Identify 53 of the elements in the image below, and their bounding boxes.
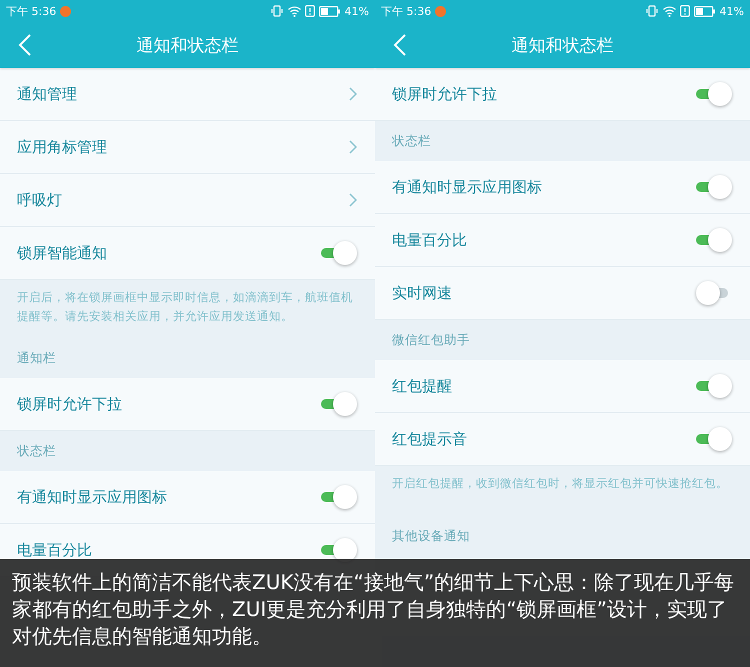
- section-header: 其他设备通知: [392, 528, 470, 544]
- settings-row[interactable]: 通知管理: [0, 68, 375, 121]
- wifi-icon: [288, 6, 301, 16]
- toggle-switch[interactable]: [696, 82, 732, 106]
- vibrate-icon: [644, 5, 659, 17]
- toggle-switch[interactable]: [696, 427, 732, 451]
- hint-text: 开启红包提醒，收到微信红包时，将显示红包并可快速抢红包。: [391, 475, 729, 492]
- battery-percent: 41%: [344, 4, 369, 18]
- section-header: 状态栏: [392, 132, 431, 150]
- screen-title: 通知和状态栏: [136, 34, 238, 56]
- back-icon[interactable]: [18, 34, 32, 56]
- toggle-switch[interactable]: [321, 485, 357, 509]
- settings-row[interactable]: 呼吸灯: [0, 174, 375, 227]
- caption-overlay: 预装软件上的简洁不能代表ZUK没有在“接地气”的细节上下心思：除了现在几乎每家都有的红包助手之外，ZUI更是充分利用了自身独特的“锁屏画框”设计，实现了对优先信息的智能通知功能。: [0, 559, 750, 667]
- row-label: 电量百分比: [17, 540, 92, 560]
- status-time: 下午 5:36: [6, 4, 56, 18]
- section-header: 通知栏: [17, 350, 56, 366]
- row-label: 锁屏时允许下拉: [392, 84, 497, 104]
- status-time: 下午 5:36: [381, 4, 432, 18]
- row-label: 有通知时显示应用图标: [392, 178, 542, 196]
- battery-percent: 41%: [720, 4, 744, 18]
- hint-text: 开启后，将在锁屏画框中显示即时信息，如滴滴到车，航班值机提醒等。请先安装相关应用，并允许应用发送通知。: [16, 289, 354, 325]
- wifi-icon: [662, 6, 676, 16]
- screen-title: 通知和状态栏: [512, 34, 614, 56]
- row-label: 红包提醒: [392, 376, 452, 396]
- toggle-switch[interactable]: [696, 374, 732, 398]
- chevron-icon: [349, 87, 357, 101]
- row-label: 呼吸灯: [17, 190, 62, 210]
- notification-icon: [435, 6, 446, 16]
- row-label: 锁屏智能通知: [17, 244, 107, 262]
- toggle-switch[interactable]: [696, 175, 732, 199]
- vibrate-icon: [270, 5, 284, 17]
- battery-icon: [694, 6, 716, 16]
- section-header: 状态栏: [17, 442, 56, 460]
- section-header: 微信红包助手: [392, 332, 470, 348]
- back-icon[interactable]: [393, 34, 407, 56]
- row-label: 通知管理: [17, 84, 77, 104]
- row-label: 红包提示音: [392, 430, 467, 448]
- battery-icon: [318, 6, 341, 16]
- row-label: 锁屏时允许下拉: [17, 394, 122, 414]
- chevron-icon: [349, 193, 357, 207]
- chevron-icon: [349, 140, 357, 154]
- sim-alert-icon: [304, 5, 315, 17]
- toggle-switch[interactable]: [321, 392, 357, 416]
- notification-icon: [60, 6, 72, 16]
- toggle-switch[interactable]: [696, 228, 732, 252]
- toggle-switch[interactable]: [321, 241, 357, 265]
- row-label: 实时网速: [392, 284, 452, 302]
- settings-row[interactable]: 应用角标管理: [0, 121, 375, 174]
- row-label: 应用角标管理: [17, 138, 107, 156]
- sim-alert-icon: [680, 5, 690, 17]
- row-label: 电量百分比: [392, 230, 467, 250]
- row-label: 有通知时显示应用图标: [17, 488, 167, 506]
